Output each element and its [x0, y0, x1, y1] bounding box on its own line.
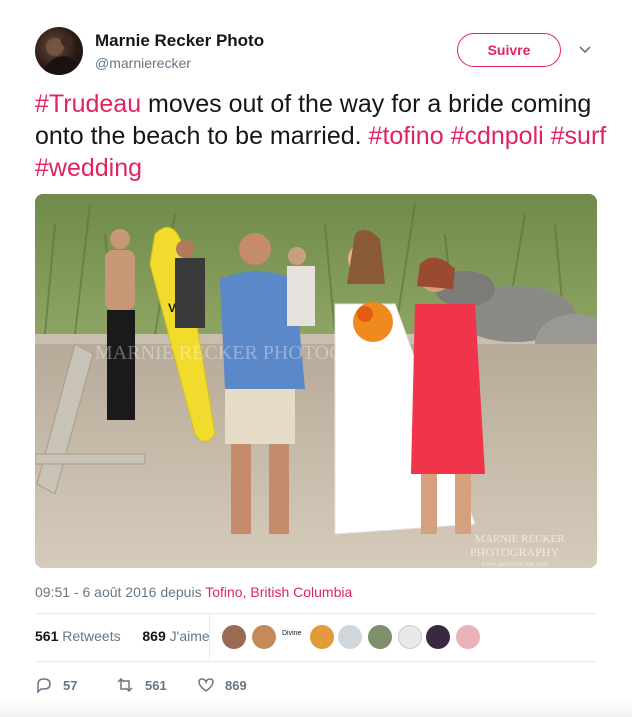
divider — [35, 661, 597, 662]
liker-avatar[interactable] — [222, 625, 246, 649]
engagement-stats: 561 Retweets 869 J'aime — [35, 628, 210, 644]
tweet-actions: 57 561 869 — [35, 676, 335, 696]
liker-avatar[interactable] — [426, 625, 450, 649]
display-name[interactable]: Marnie Recker Photo — [95, 31, 264, 51]
tweet-text: #Trudeau moves out of the way for a brid… — [35, 88, 610, 184]
liker-avatar[interactable] — [252, 625, 276, 649]
photo-watermark-right-1: MARNIE RECKER — [475, 533, 565, 545]
hashtag-link[interactable]: #cdnpoli — [451, 122, 544, 150]
liker-avatar[interactable] — [310, 625, 334, 649]
liker-avatar[interactable] — [338, 625, 362, 649]
tweet-photo[interactable]: VS MARNIE RECKER PHOTOGRAP — [35, 194, 597, 568]
retweets-stat[interactable]: 561 Retweets — [35, 628, 121, 644]
divider — [35, 613, 597, 614]
liker-avatar[interactable] — [456, 625, 480, 649]
place-link[interactable]: Tofino, British Columbia — [205, 584, 352, 600]
heart-icon — [198, 678, 214, 692]
tweet-card: Marnie Recker Photo @marnierecker Suivre… — [0, 0, 632, 717]
liker-avatar[interactable] — [398, 625, 422, 649]
follow-button[interactable]: Suivre — [457, 33, 561, 67]
stats-divider — [209, 613, 210, 661]
tweet-text-segment — [544, 122, 551, 150]
timestamp[interactable]: 09:51 - 6 août 2016 depuis — [35, 584, 205, 600]
bottom-fade — [0, 700, 632, 717]
tweet-meta: 09:51 - 6 août 2016 depuis Tofino, Briti… — [35, 584, 352, 600]
liker-label: Divine — [282, 630, 302, 637]
chevron-down-icon[interactable] — [578, 42, 592, 56]
likes-stat[interactable]: 869 J'aime — [142, 628, 209, 644]
photo-watermark-right-2: PHOTOGRAPHY — [470, 545, 559, 559]
user-handle[interactable]: @marnierecker — [95, 55, 191, 71]
like-button[interactable]: 869 — [197, 676, 247, 694]
retweet-button[interactable]: 561 — [115, 676, 167, 694]
liker-avatar[interactable] — [368, 625, 392, 649]
reply-icon — [37, 678, 51, 694]
avatar[interactable] — [35, 27, 83, 75]
hashtag-link[interactable]: #wedding — [35, 154, 142, 182]
hashtag-link[interactable]: #surf — [551, 122, 607, 150]
retweet-icon — [117, 677, 133, 693]
hashtag-link[interactable]: #Trudeau — [35, 90, 141, 118]
reply-button[interactable]: 57 — [35, 676, 77, 694]
hashtag-link[interactable]: #tofino — [369, 122, 444, 150]
photo-watermark: MARNIE RECKER PHOTOGRAPHY — [95, 342, 411, 364]
tweet-text-segment — [444, 122, 451, 150]
photo-watermark-right-3: www.marnierecker.com — [481, 560, 548, 568]
